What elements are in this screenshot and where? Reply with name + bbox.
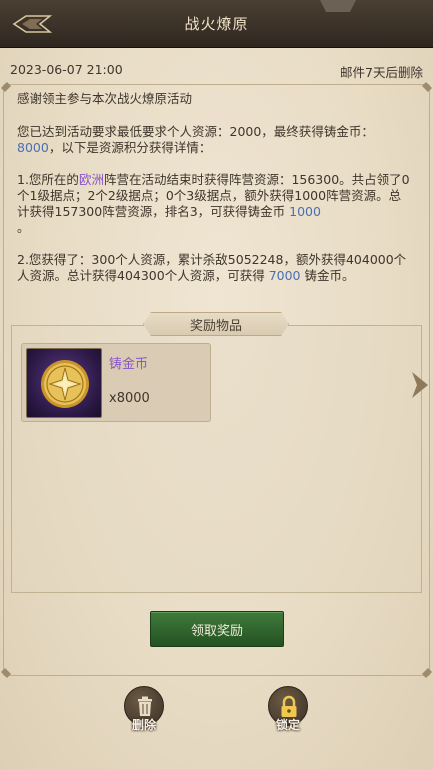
chevron-right-icon[interactable] [410, 370, 430, 400]
mail-meta: 2023-06-07 21:00 邮件7天后删除 [10, 62, 423, 80]
p3-value: 7000 [268, 268, 301, 283]
p1-text-end: ，以下是资源积分获得详情： [48, 140, 212, 155]
reward-item-name: 铸金币 [109, 357, 149, 372]
mail-paragraph-2: 1.您所在的欧洲阵营在活动结束时获得阵营资源：156300。共占领了0个1级据点… [17, 172, 413, 236]
p2-faction: 欧洲 [78, 172, 104, 187]
mail-paragraph-1: 您已达到活动要求最低要求个人资源：2000，最终获得铸金币：8000，以下是资源… [17, 124, 413, 156]
mail-greeting: 感谢领主参与本次战火燎原活动 [17, 91, 193, 106]
delete-button[interactable]: 删除 [122, 686, 166, 736]
notch-icon [320, 0, 356, 12]
delete-label: 删除 [131, 718, 156, 732]
mail-paragraph-3: 2.您获得了：300个人资源，累计杀敌5052248，额外获得404000个人资… [17, 252, 413, 284]
p2-text-end: 。 [17, 220, 30, 235]
reward-title: 奖励物品 [143, 312, 289, 336]
claim-reward-button[interactable]: 领取奖励 [150, 611, 284, 647]
top-bar: 战火燎原 [0, 0, 433, 48]
p2-value: 1000 [289, 204, 321, 219]
p1-value: 8000 [17, 140, 49, 155]
p1-text: 您已达到活动要求最低要求个人资源：2000，最终获得铸金币： [17, 124, 374, 139]
reward-item-quantity: x8000 [109, 391, 150, 406]
corner-ornament-icon [1, 668, 11, 678]
corner-ornament-icon [422, 82, 432, 92]
reward-item-card[interactable]: 铸金币 x8000 [21, 343, 211, 422]
mail-expire-note: 邮件7天后删除 [340, 65, 423, 80]
corner-ornament-icon [422, 668, 432, 678]
page-title: 战火燎原 [184, 15, 249, 33]
lock-label: 锁定 [275, 718, 300, 732]
mail-date: 2023-06-07 21:00 [10, 62, 123, 77]
lock-button[interactable]: 锁定 [266, 686, 310, 736]
corner-ornament-icon [1, 82, 11, 92]
gold-coin-icon [26, 348, 102, 418]
p2-text: 1.您所在的 [17, 172, 79, 187]
p3-text-end: 铸金币。 [300, 268, 355, 283]
